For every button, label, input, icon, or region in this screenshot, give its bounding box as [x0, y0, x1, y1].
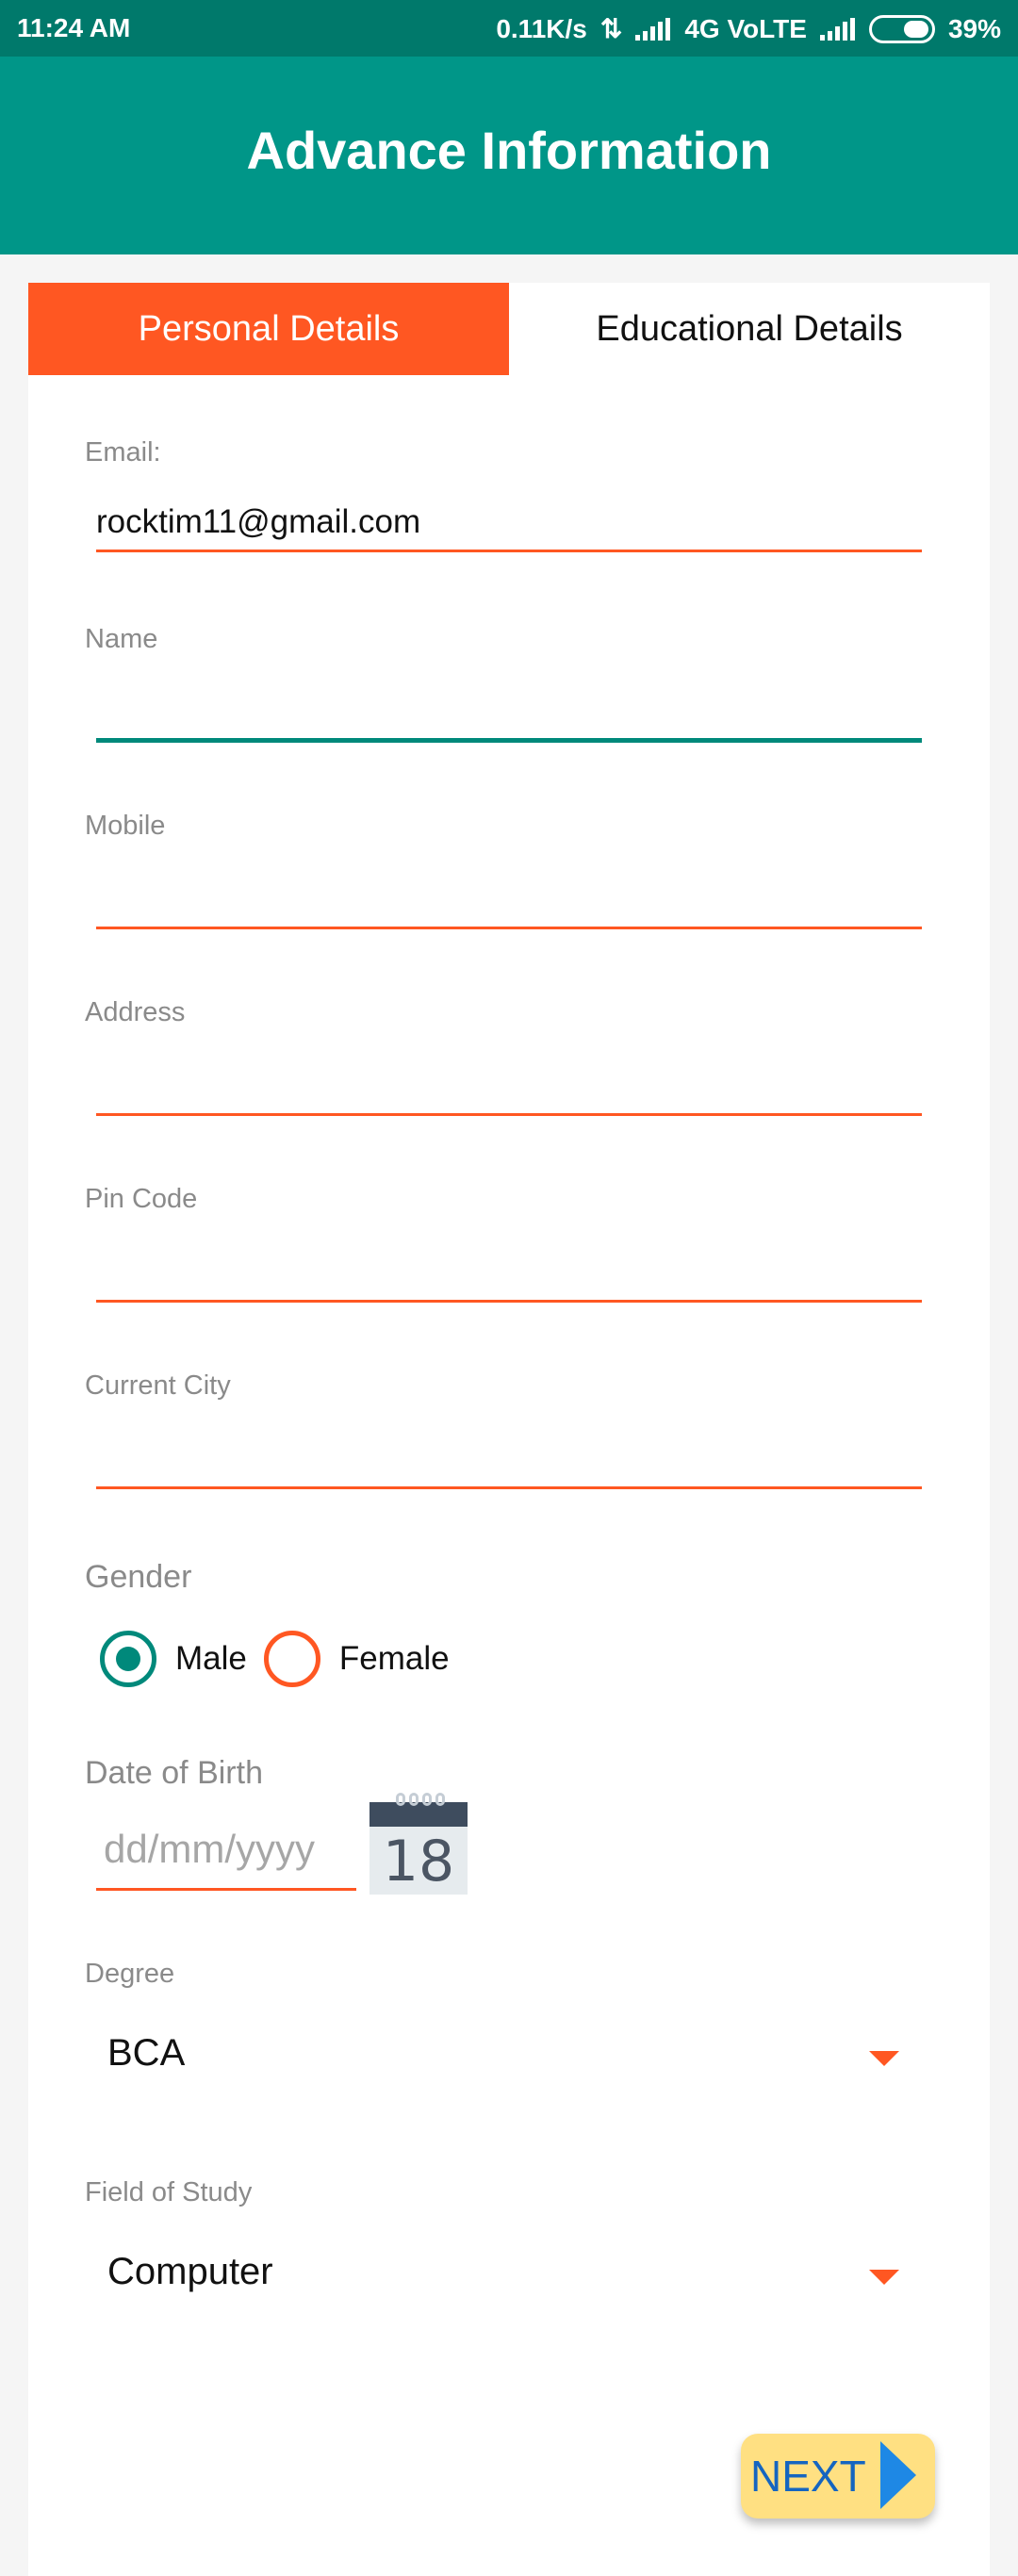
- name-underline: [96, 738, 922, 743]
- mobile-underline: [96, 927, 922, 929]
- address-field[interactable]: [96, 1044, 922, 1116]
- pin-code-field[interactable]: [96, 1231, 922, 1303]
- degree-select[interactable]: BCA: [107, 2023, 911, 2089]
- current-city-label: Current City: [85, 1370, 231, 1401]
- current-city-underline: [96, 1486, 922, 1489]
- battery-icon: [868, 14, 935, 43]
- pin-code-underline: [96, 1300, 922, 1303]
- battery-percent: 39%: [947, 13, 1001, 43]
- degree-label: Degree: [85, 1959, 175, 1989]
- dob-label: Date of Birth: [85, 1755, 263, 1791]
- tab-personal-details[interactable]: Personal Details: [28, 283, 509, 375]
- email-label: Email:: [85, 437, 161, 468]
- gender-radio-group: Male Female: [100, 1631, 467, 1687]
- status-right: 0.11K/s ⇅ 4G VoLTE 39%: [496, 13, 1001, 44]
- gender-label: Gender: [85, 1559, 192, 1595]
- network-speed: 0.11K/s: [496, 13, 587, 43]
- mobile-field[interactable]: [96, 858, 922, 929]
- status-time: 11:24 AM: [17, 13, 131, 42]
- field-of-study-value: Computer: [107, 2251, 273, 2292]
- pin-code-label: Pin Code: [85, 1184, 198, 1214]
- email-underline: [96, 550, 922, 552]
- dropdown-arrow-icon: [869, 2270, 899, 2285]
- field-of-study-select[interactable]: Computer: [107, 2241, 911, 2307]
- app-bar: Advance Information: [0, 57, 1018, 254]
- signal-icon-2: [819, 17, 856, 41]
- next-arrow-icon: [880, 2441, 916, 2509]
- data-transfer-icon: ⇅: [599, 14, 623, 43]
- next-button-label: NEXT: [750, 2452, 866, 2501]
- status-bar: 11:24 AM 0.11K/s ⇅ 4G VoLTE 39%: [0, 0, 1018, 57]
- email-field[interactable]: rocktim11@gmail.com: [96, 484, 922, 552]
- next-button[interactable]: NEXT: [741, 2434, 935, 2519]
- tab-educational-details[interactable]: Educational Details: [509, 283, 990, 375]
- dob-placeholder: dd/mm/yyyy: [104, 1827, 316, 1871]
- dob-underline: [96, 1888, 356, 1891]
- calendar-day: 18: [382, 1829, 455, 1895]
- address-underline: [96, 1113, 922, 1116]
- address-label: Address: [85, 997, 186, 1027]
- name-label: Name: [85, 624, 158, 654]
- tab-bar: Personal Details Educational Details: [28, 283, 990, 375]
- degree-value: BCA: [107, 2032, 186, 2074]
- signal-icon: [635, 17, 671, 41]
- calendar-icon[interactable]: 18: [369, 1793, 468, 1895]
- network-type: 4G VoLTE: [684, 13, 807, 43]
- male-radio-label[interactable]: Male: [175, 1640, 247, 1678]
- page-title: Advance Information: [246, 120, 772, 180]
- form-card: Personal Details Educational Details Ema…: [28, 283, 990, 2576]
- name-field[interactable]: [96, 671, 922, 743]
- email-value: rocktim11@gmail.com: [96, 503, 421, 540]
- mobile-label: Mobile: [85, 811, 166, 841]
- male-radio[interactable]: [100, 1631, 156, 1687]
- field-of-study-label: Field of Study: [85, 2177, 253, 2207]
- dropdown-arrow-icon: [869, 2051, 899, 2066]
- current-city-field[interactable]: [96, 1418, 922, 1489]
- female-radio[interactable]: [263, 1631, 320, 1687]
- female-radio-label[interactable]: Female: [339, 1640, 450, 1678]
- dob-field[interactable]: dd/mm/yyyy: [96, 1808, 356, 1891]
